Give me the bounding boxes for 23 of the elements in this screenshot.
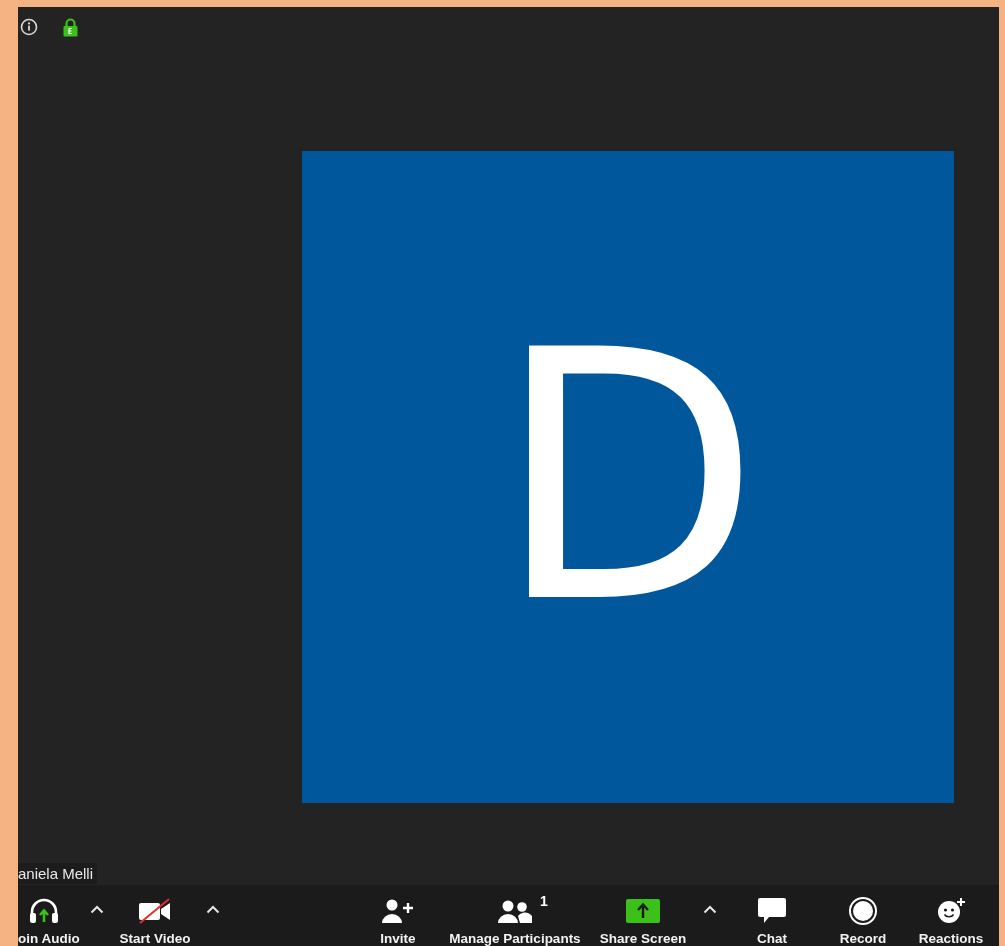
share-screen-icon bbox=[626, 899, 660, 923]
lock-icon[interactable] bbox=[63, 17, 78, 37]
video-button[interactable]: Start Video bbox=[114, 885, 196, 946]
chat-button[interactable]: Chat bbox=[736, 885, 808, 946]
caret-icon bbox=[206, 905, 220, 914]
participant-name-label: aniela Melli bbox=[18, 862, 98, 884]
audio-button[interactable]: oin Audio bbox=[18, 885, 80, 946]
people-icon bbox=[498, 899, 533, 923]
avatar-initial: D bbox=[495, 304, 761, 650]
reactions-button[interactable]: Reactions bbox=[918, 885, 984, 946]
invite-button[interactable]: Invite bbox=[368, 885, 428, 946]
smiley-plus-icon bbox=[936, 897, 966, 925]
chat-bubble-icon bbox=[757, 897, 787, 925]
info-icon[interactable] bbox=[20, 18, 38, 36]
participant-count: 1 bbox=[540, 893, 548, 909]
record-icon bbox=[848, 896, 878, 926]
share-button[interactable]: Share Screen bbox=[602, 885, 684, 946]
record-button[interactable]: Record bbox=[808, 885, 918, 946]
caret-icon bbox=[703, 905, 717, 914]
video-off-icon bbox=[138, 898, 172, 924]
add-person-icon bbox=[381, 898, 415, 924]
caret-icon bbox=[90, 905, 104, 914]
headphones-icon bbox=[28, 898, 60, 924]
